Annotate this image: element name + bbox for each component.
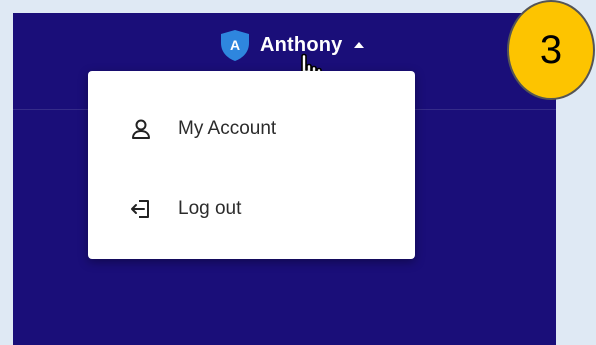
avatar-shield-icon: A	[218, 28, 252, 62]
menu-item-label: My Account	[178, 118, 277, 139]
menu-item-my-account[interactable]: My Account	[88, 99, 415, 159]
step-number-badge: 3	[507, 0, 595, 100]
menu-item-label: Log out	[178, 198, 242, 219]
caret-up-icon	[353, 42, 364, 48]
menu-item-log-out[interactable]: Log out	[88, 179, 415, 239]
user-dropdown-menu: My Account Log out	[88, 71, 415, 259]
avatar-initial: A	[230, 37, 240, 53]
app-header-area: A Anthony My Account Log out	[13, 13, 556, 345]
user-menu-trigger[interactable]: A Anthony	[218, 27, 365, 63]
person-icon	[132, 119, 150, 139]
logout-icon	[131, 200, 149, 218]
